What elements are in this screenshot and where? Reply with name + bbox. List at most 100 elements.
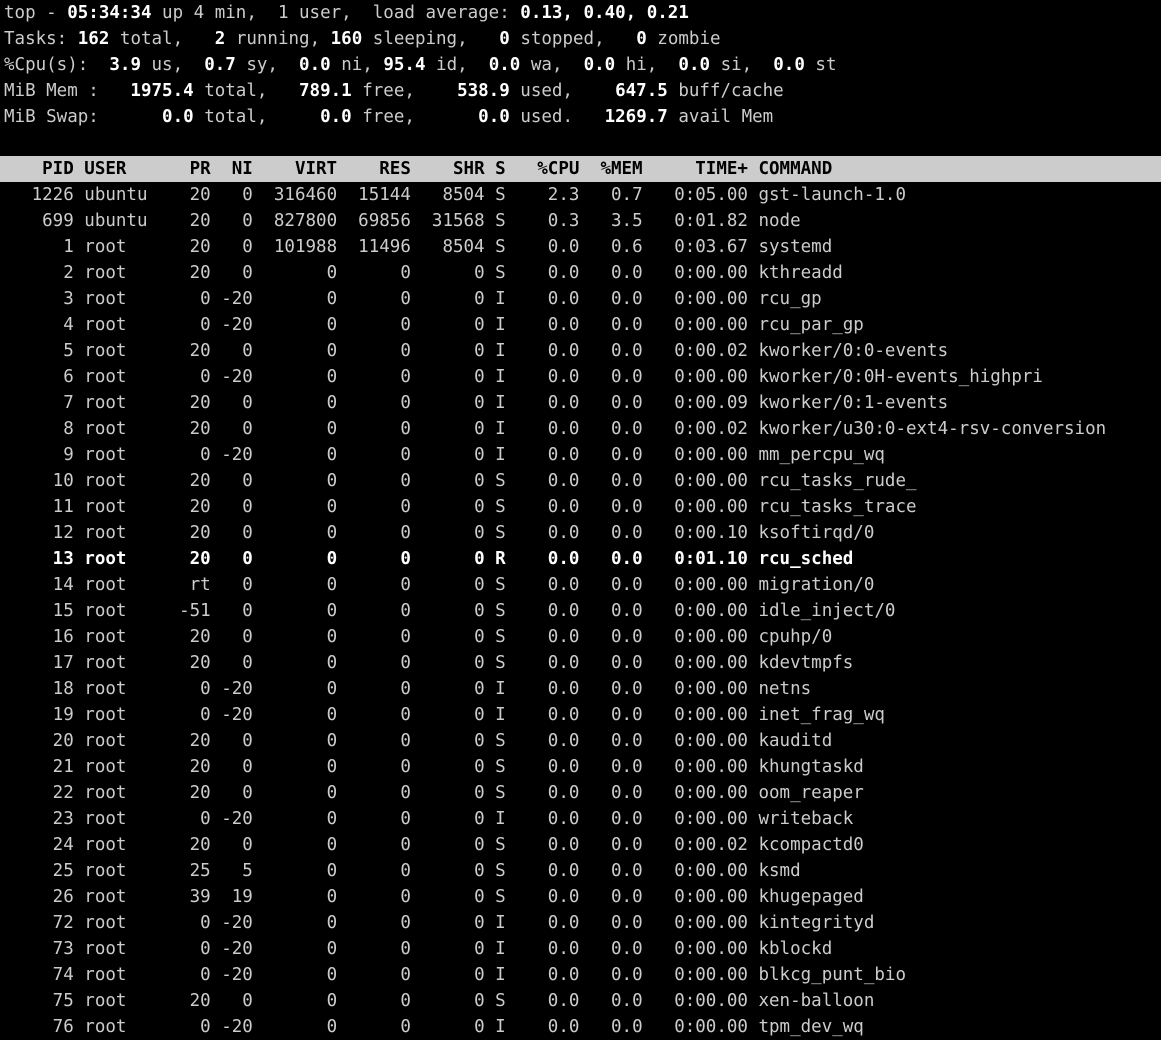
cell-time: 0:00.00 xyxy=(643,806,748,832)
cell-s: S xyxy=(485,494,517,520)
cell-s: S xyxy=(485,260,517,286)
cell-cpu: 0.0 xyxy=(516,598,579,624)
cell-virt: 0 xyxy=(253,936,337,962)
cell-user: root xyxy=(74,988,179,1014)
cell-shr: 0 xyxy=(411,546,485,572)
cell-time: 0:00.00 xyxy=(643,650,748,676)
cell-virt: 0 xyxy=(253,338,337,364)
table-row[interactable]: 14rootrt0000S0.00.00:00.00migration/0 xyxy=(0,572,1161,598)
table-row[interactable]: 4root0-20000I0.00.00:00.00rcu_par_gp xyxy=(0,312,1161,338)
table-row[interactable]: 23root0-20000I0.00.00:00.00writeback xyxy=(0,806,1161,832)
cell-cpu: 0.0 xyxy=(516,962,579,988)
cell-ni: 0 xyxy=(211,182,253,208)
table-row[interactable]: 72root0-20000I0.00.00:00.00kintegrityd xyxy=(0,910,1161,936)
cell-user: root xyxy=(74,442,179,468)
cell-cpu: 0.0 xyxy=(516,494,579,520)
cell-cmd: kthreadd xyxy=(748,260,843,286)
cell-pid: 72 xyxy=(0,910,74,936)
cell-cmd: xen-balloon xyxy=(748,988,874,1014)
cell-cpu: 0.0 xyxy=(516,676,579,702)
cell-pid: 11 xyxy=(0,494,74,520)
table-row[interactable]: 22root200000S0.00.00:00.00oom_reaper xyxy=(0,780,1161,806)
table-row[interactable]: 17root200000S0.00.00:00.00kdevtmpfs xyxy=(0,650,1161,676)
cell-ni: -20 xyxy=(211,1014,253,1040)
col-pid[interactable]: PID xyxy=(0,156,74,182)
col-user[interactable]: USER xyxy=(74,156,179,182)
cell-s: I xyxy=(485,364,517,390)
table-row[interactable]: 2root200000S0.00.00:00.00kthreadd xyxy=(0,260,1161,286)
table-row[interactable]: 76root0-20000I0.00.00:00.00tpm_dev_wq xyxy=(0,1014,1161,1040)
cell-mem: 0.0 xyxy=(579,260,642,286)
table-row[interactable]: 699ubuntu2008278006985631568S0.33.50:01.… xyxy=(0,208,1161,234)
process-table[interactable]: PIDUSERPRNIVIRTRESSHRS%CPU%MEMTIME+COMMA… xyxy=(0,156,1161,1040)
table-row[interactable]: 9root0-20000I0.00.00:00.00mm_percpu_wq xyxy=(0,442,1161,468)
col-cmd[interactable]: COMMAND xyxy=(748,156,832,182)
cell-cmd: systemd xyxy=(748,234,832,260)
table-row[interactable]: 1226ubuntu200316460151448504S2.30.70:05.… xyxy=(0,182,1161,208)
cell-ni: 0 xyxy=(211,416,253,442)
col-ni[interactable]: NI xyxy=(211,156,253,182)
table-row[interactable]: 13root200000R0.00.00:01.10rcu_sched xyxy=(0,546,1161,572)
table-row[interactable]: 3root0-20000I0.00.00:00.00rcu_gp xyxy=(0,286,1161,312)
cell-user: root xyxy=(74,1014,179,1040)
cell-ni: 0 xyxy=(211,338,253,364)
cell-cmd: kblockd xyxy=(748,936,832,962)
table-row[interactable]: 21root200000S0.00.00:00.00khungtaskd xyxy=(0,754,1161,780)
col-s[interactable]: S xyxy=(485,156,517,182)
cell-cmd: khugepaged xyxy=(748,884,864,910)
cell-ni: 0 xyxy=(211,494,253,520)
cell-cpu: 0.0 xyxy=(516,884,579,910)
col-pr[interactable]: PR xyxy=(179,156,211,182)
table-row[interactable]: 12root200000S0.00.00:00.10ksoftirqd/0 xyxy=(0,520,1161,546)
table-row[interactable]: 24root200000S0.00.00:00.02kcompactd0 xyxy=(0,832,1161,858)
table-row[interactable]: 11root200000S0.00.00:00.00rcu_tasks_trac… xyxy=(0,494,1161,520)
cell-cmd: kintegrityd xyxy=(748,910,874,936)
table-header[interactable]: PIDUSERPRNIVIRTRESSHRS%CPU%MEMTIME+COMMA… xyxy=(0,156,1161,182)
col-time[interactable]: TIME+ xyxy=(643,156,748,182)
cell-s: I xyxy=(485,390,517,416)
cell-res: 0 xyxy=(337,390,411,416)
table-row[interactable]: 6root0-20000I0.00.00:00.00kworker/0:0H-e… xyxy=(0,364,1161,390)
table-row[interactable]: 19root0-20000I0.00.00:00.00inet_frag_wq xyxy=(0,702,1161,728)
cell-time: 0:01.82 xyxy=(643,208,748,234)
cell-pid: 1226 xyxy=(0,182,74,208)
cell-pr: 20 xyxy=(179,338,211,364)
cell-shr: 0 xyxy=(411,624,485,650)
cell-shr: 0 xyxy=(411,806,485,832)
cell-res: 0 xyxy=(337,416,411,442)
cell-ni: -20 xyxy=(211,910,253,936)
table-row[interactable]: 25root255000S0.00.00:00.00ksmd xyxy=(0,858,1161,884)
table-row[interactable]: 74root0-20000I0.00.00:00.00blkcg_punt_bi… xyxy=(0,962,1161,988)
table-row[interactable]: 10root200000S0.00.00:00.00rcu_tasks_rude… xyxy=(0,468,1161,494)
table-row[interactable]: 26root3919000S0.00.00:00.00khugepaged xyxy=(0,884,1161,910)
cell-mem: 3.5 xyxy=(579,208,642,234)
cell-ni: 0 xyxy=(211,598,253,624)
col-mem[interactable]: %MEM xyxy=(579,156,642,182)
cell-cmd: ksmd xyxy=(748,858,801,884)
table-row[interactable]: 8root200000I0.00.00:00.02kworker/u30:0-e… xyxy=(0,416,1161,442)
table-row[interactable]: 7root200000I0.00.00:00.09kworker/0:1-eve… xyxy=(0,390,1161,416)
cell-cpu: 0.3 xyxy=(516,208,579,234)
table-row[interactable]: 18root0-20000I0.00.00:00.00netns xyxy=(0,676,1161,702)
cell-cmd: rcu_gp xyxy=(748,286,822,312)
col-cpu[interactable]: %CPU xyxy=(516,156,579,182)
table-row[interactable]: 5root200000I0.00.00:00.02kworker/0:0-eve… xyxy=(0,338,1161,364)
col-res[interactable]: RES xyxy=(337,156,411,182)
cell-shr: 31568 xyxy=(411,208,485,234)
cell-user: root xyxy=(74,858,179,884)
table-row[interactable]: 75root200000S0.00.00:00.00xen-balloon xyxy=(0,988,1161,1014)
col-virt[interactable]: VIRT xyxy=(253,156,337,182)
table-row[interactable]: 73root0-20000I0.00.00:00.00kblockd xyxy=(0,936,1161,962)
cell-cpu: 0.0 xyxy=(516,988,579,1014)
cell-virt: 0 xyxy=(253,416,337,442)
table-row[interactable]: 20root200000S0.00.00:00.00kauditd xyxy=(0,728,1161,754)
cell-pid: 73 xyxy=(0,936,74,962)
table-row[interactable]: 16root200000S0.00.00:00.00cpuhp/0 xyxy=(0,624,1161,650)
cell-mem: 0.0 xyxy=(579,468,642,494)
cell-ni: 0 xyxy=(211,208,253,234)
table-row[interactable]: 15root-510000S0.00.00:00.00idle_inject/0 xyxy=(0,598,1161,624)
table-row[interactable]: 1root200101988114968504S0.00.60:03.67sys… xyxy=(0,234,1161,260)
cell-user: root xyxy=(74,962,179,988)
col-shr[interactable]: SHR xyxy=(411,156,485,182)
cell-user: root xyxy=(74,728,179,754)
